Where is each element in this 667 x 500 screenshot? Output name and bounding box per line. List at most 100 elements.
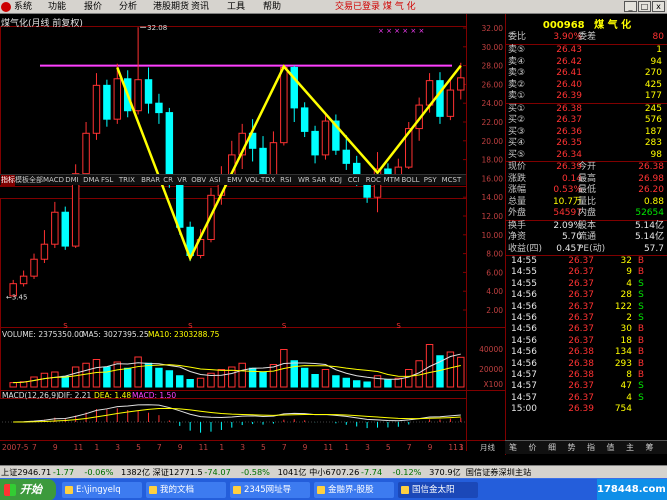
- indicator-tab[interactable]: EMV: [227, 175, 242, 186]
- stat-label: 涨幅: [508, 185, 527, 195]
- tick-volume: 134: [614, 347, 632, 358]
- indicator-tab[interactable]: WR: [298, 175, 310, 186]
- stat-label: PE(动): [578, 243, 606, 254]
- indicator-tab[interactable]: BOLL: [402, 175, 420, 186]
- indicator-tab[interactable]: VR: [177, 175, 187, 186]
- buy-order-row: 买② 26.37 576: [506, 115, 666, 127]
- webi-row: 委比 3.90% 委差 80: [506, 32, 666, 44]
- menu-quote[interactable]: 报价: [84, 1, 102, 13]
- indicator-tab[interactable]: FSL: [101, 175, 113, 186]
- volume-bar: [176, 375, 184, 388]
- tick-price: 26.38: [568, 347, 594, 358]
- price-tick-label: 26.00: [482, 80, 504, 89]
- menu-system[interactable]: 系统: [14, 1, 32, 13]
- taskbar-button[interactable]: 2345网址导: [230, 482, 310, 498]
- right-panel-tab[interactable]: 主: [626, 442, 634, 454]
- stat-label: 涨跌: [508, 173, 527, 184]
- tick-side: S: [638, 278, 644, 289]
- tick-volume: 4: [626, 392, 632, 403]
- indicator-tab[interactable]: BRAR: [141, 175, 160, 186]
- stat-label: 净资: [508, 232, 527, 242]
- indicator-tab[interactable]: ASI: [209, 175, 220, 186]
- buy-order-row: 买① 26.38 245: [506, 104, 666, 116]
- indicator-tab[interactable]: PSY: [424, 175, 437, 186]
- right-panel-tab[interactable]: 势: [568, 442, 576, 454]
- menu-analysis[interactable]: 分析: [119, 1, 137, 13]
- quote-panel: 000968 煤 气 化 委比 3.90% 委差 80 卖⑤ 26.43 1 卖④ 26.42 9…: [505, 14, 667, 455]
- index-item: 1382亿: [121, 467, 151, 477]
- indicator-tab[interactable]: 全部: [29, 175, 43, 186]
- login-status: 交易已登录 煤 气 化: [335, 2, 416, 12]
- quote-stat-row: 涨幅 0.53% 最低 26.20: [506, 185, 666, 197]
- tick-time: 14:57: [511, 381, 537, 392]
- up-candle: [113, 78, 122, 120]
- menu-news[interactable]: 资讯: [191, 1, 209, 13]
- minimize-button[interactable]: _: [624, 1, 637, 12]
- signal-s-marker: S: [396, 322, 401, 330]
- taskbar-label: 国信金太阳: [412, 485, 455, 495]
- indicator-tab[interactable]: MCST: [442, 175, 462, 186]
- indicator-tab[interactable]: CCI: [348, 175, 360, 186]
- low-label: ←3.45: [6, 293, 27, 301]
- tick-side: B: [637, 347, 645, 358]
- indicator-tab[interactable]: KDJ: [330, 175, 342, 186]
- start-button[interactable]: 开始: [0, 479, 56, 500]
- indicator-tab[interactable]: RSI: [280, 175, 291, 186]
- quote-stat-row: 收益(四) 0.457 PE(动) 57.7: [506, 244, 666, 256]
- stat-value: 10.7万: [552, 196, 582, 207]
- down-candle: [176, 182, 184, 228]
- tick-time: 15:00: [511, 404, 537, 415]
- menu-function[interactable]: 功能: [48, 1, 66, 13]
- menu-tools[interactable]: 工具: [227, 1, 245, 13]
- indicator-tab[interactable]: MACD: [43, 175, 64, 186]
- tick-time: 14:55: [511, 278, 537, 289]
- right-panel-tab[interactable]: 细: [548, 442, 556, 454]
- stat-value: 0.457: [556, 243, 582, 254]
- down-candle: [342, 149, 351, 164]
- index-item: 上证2946.71: [1, 467, 52, 477]
- close-button[interactable]: x: [652, 1, 665, 12]
- x-axis-label: 9: [178, 443, 183, 452]
- quote-stat-row: 外盘 54597 内盘 52654: [506, 208, 666, 220]
- sell-price: 26.42: [556, 56, 582, 67]
- x-axis-label: 9: [428, 443, 433, 452]
- indicator-tab[interactable]: 指标: [1, 175, 15, 186]
- indicator-tab[interactable]: TRIX: [119, 175, 135, 186]
- x-axis-label: 11: [323, 443, 333, 452]
- kline-chart[interactable]: 32.0030.0028.0026.0024.0022.0020.0018.00…: [0, 14, 505, 488]
- right-panel-tab[interactable]: 指: [587, 442, 595, 454]
- indicator-tab[interactable]: MTM: [384, 175, 400, 186]
- tick-side: B: [637, 267, 645, 278]
- right-panel-tab[interactable]: 值: [607, 442, 615, 454]
- maximize-button[interactable]: □: [638, 1, 651, 12]
- system-tray: 178448.com: [597, 479, 667, 500]
- up-candle: [446, 89, 455, 117]
- indicator-tab[interactable]: VOL-TDX: [245, 175, 275, 186]
- up-candle: [30, 258, 38, 277]
- index-item: 国信证券深圳主站: [465, 467, 532, 477]
- taskbar-button[interactable]: E:\jingyelq: [62, 482, 142, 498]
- down-candle: [290, 66, 298, 109]
- down-candle: [103, 84, 111, 120]
- right-panel-tab[interactable]: 价: [529, 442, 537, 454]
- indicator-tab[interactable]: 模板: [15, 175, 29, 186]
- stat-value: 0.53%: [553, 185, 582, 195]
- indicator-tab[interactable]: SAR: [312, 175, 326, 186]
- tick-row: 14:56 26.38 293 B: [506, 359, 666, 370]
- webi-label: 委比: [508, 32, 527, 42]
- taskbar-button[interactable]: 国信金太阳: [398, 482, 478, 498]
- indicator-tab[interactable]: CR: [163, 175, 173, 186]
- indicator-tab[interactable]: DMA: [83, 175, 99, 186]
- indicator-tab[interactable]: DMI: [65, 175, 79, 186]
- right-panel-tab[interactable]: 筹: [646, 442, 654, 454]
- taskbar-button[interactable]: 金融界-股股: [314, 482, 394, 498]
- windows-flag-icon: [4, 484, 16, 496]
- stock-header: 000968 煤 气 化: [506, 16, 667, 31]
- indicator-tab[interactable]: ROC: [366, 175, 381, 186]
- taskbar-button[interactable]: 我的文档: [146, 482, 226, 498]
- menu-help[interactable]: 帮助: [263, 1, 281, 13]
- indicator-tab[interactable]: OBV: [191, 175, 206, 186]
- buy-order-row: 买④ 26.35 283: [506, 138, 666, 150]
- right-panel-tab[interactable]: 笔: [509, 442, 517, 454]
- menu-hk-futures[interactable]: 港股期货: [153, 1, 189, 13]
